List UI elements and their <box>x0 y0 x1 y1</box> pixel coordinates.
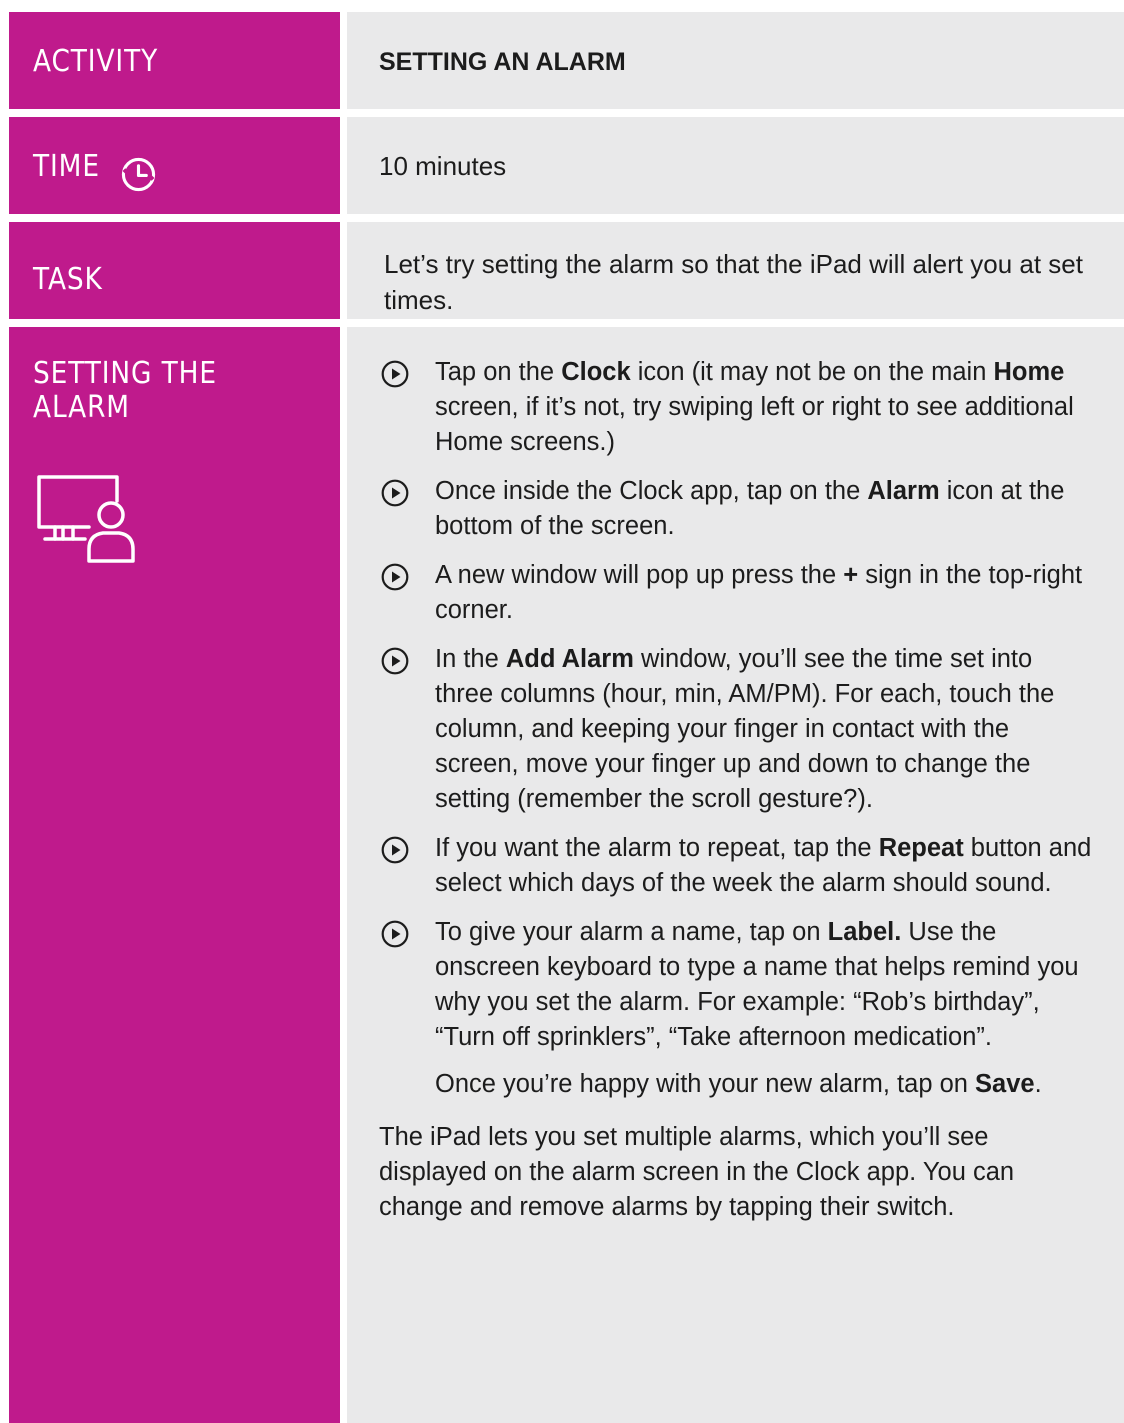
screen-user-icon <box>37 475 135 563</box>
play-circle-icon <box>381 647 409 675</box>
task-label: TASK <box>33 262 103 297</box>
play-circle-icon <box>381 836 409 864</box>
activity-value-cell: SETTING AN ALARM <box>347 12 1124 109</box>
play-circle-icon <box>381 479 409 507</box>
step-text: Once you’re happy with your new alarm, t… <box>435 1070 976 1098</box>
play-circle-icon <box>381 360 409 388</box>
activity-title: SETTING AN ALARM <box>379 48 626 76</box>
play-circle-icon <box>381 920 409 948</box>
step-emphasis: Alarm <box>867 477 940 505</box>
step-emphasis: Repeat <box>878 834 964 862</box>
list-item: To give your alarm a name, tap on Label.… <box>379 915 1096 1055</box>
setting-label: SETTING THE ALARM <box>33 356 217 425</box>
step-emphasis: + <box>843 561 859 589</box>
step-text: In the <box>435 645 506 673</box>
list-item: A new window will pop up press the + sig… <box>379 558 1096 628</box>
activity-label-cell: ACTIVITY <box>9 12 340 109</box>
step-text: screen, if it’s not, try swiping left or… <box>435 393 1074 456</box>
list-item: Once inside the Clock app, tap on the Al… <box>379 474 1096 544</box>
step-text: Tap on the <box>435 358 562 386</box>
setting-label-cell: SETTING THE ALARM <box>9 327 340 1423</box>
task-value-cell: Let’s try setting the alarm so that the … <box>347 222 1124 319</box>
save-instruction: Once you’re happy with your new alarm, t… <box>379 1067 1096 1102</box>
list-item: If you want the alarm to repeat, tap the… <box>379 831 1096 901</box>
step-text: . <box>1034 1070 1042 1098</box>
step-text: Once inside the Clock app, tap on the <box>435 477 868 505</box>
time-value-cell: 10 minutes <box>347 117 1124 214</box>
play-circle-icon <box>381 563 409 591</box>
step-text: If you want the alarm to repeat, tap the <box>435 834 879 862</box>
step-emphasis: Save <box>975 1070 1035 1098</box>
step-text: To give your alarm a name, tap on <box>435 918 828 946</box>
step-text: icon (it may not be on the main <box>630 358 994 386</box>
list-item: Tap on the Clock icon (it may not be on … <box>379 355 1096 460</box>
step-emphasis: Add Alarm <box>505 645 634 673</box>
time-label: TIME <box>33 149 100 184</box>
time-label-cell: TIME <box>9 117 340 214</box>
steps-list: Tap on the Clock icon (it may not be on … <box>379 355 1096 1225</box>
clock-icon <box>121 157 156 192</box>
task-description: Let’s try setting the alarm so that the … <box>384 249 1083 315</box>
time-value: 10 minutes <box>379 151 507 181</box>
step-text: A new window will pop up press the <box>435 561 844 589</box>
activity-label: ACTIVITY <box>33 44 159 79</box>
step-emphasis: Clock <box>561 358 631 386</box>
step-emphasis: Home <box>993 358 1065 386</box>
task-label-cell: TASK <box>9 222 340 319</box>
setting-steps-cell: Tap on the Clock icon (it may not be on … <box>347 327 1124 1423</box>
step-emphasis: Label. <box>827 918 902 946</box>
outro-text: The iPad lets you set multiple alarms, w… <box>379 1123 1015 1221</box>
list-item: In the Add Alarm window, you’ll see the … <box>379 642 1096 817</box>
